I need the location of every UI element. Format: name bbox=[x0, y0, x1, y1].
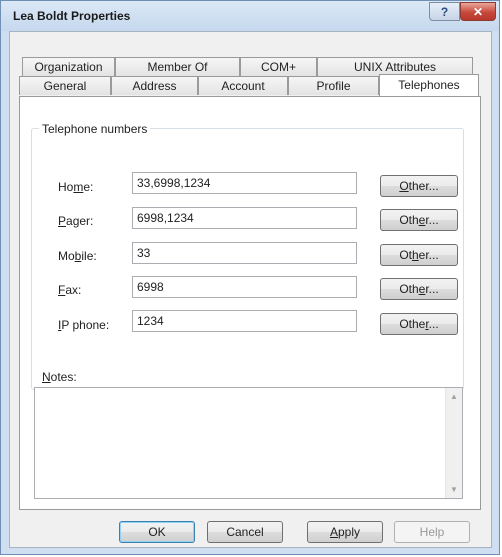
tab-general[interactable]: General bbox=[19, 76, 111, 95]
tab-com-plus[interactable]: COM+ bbox=[240, 57, 317, 76]
close-icon: ✕ bbox=[472, 4, 484, 19]
apply-button[interactable]: Apply bbox=[307, 521, 383, 543]
tab-member-of[interactable]: Member Of bbox=[115, 57, 240, 76]
home-phone-input[interactable]: 33,6998,1234 bbox=[132, 172, 357, 194]
mobile-label: Mobile: bbox=[58, 249, 97, 263]
dialog-client: Organization Member Of COM+ UNIX Attribu… bbox=[9, 31, 492, 548]
question-icon: ? bbox=[440, 4, 449, 19]
home-label: Home: bbox=[58, 180, 94, 194]
fax-label: Fax: bbox=[58, 283, 82, 297]
ip-phone-label: IP phone: bbox=[58, 318, 110, 332]
telephones-panel: Telephone numbers Home: 33,6998,1234 Oth… bbox=[19, 96, 481, 510]
cancel-button[interactable]: Cancel bbox=[207, 521, 283, 543]
scroll-up-arrow-icon[interactable]: ▲ bbox=[446, 392, 462, 401]
notes-scrollbar[interactable]: ▲ ▼ bbox=[445, 388, 462, 498]
pager-other-button[interactable]: Other... bbox=[380, 209, 458, 231]
tab-telephones[interactable]: Telephones bbox=[379, 74, 479, 96]
help-button[interactable]: Help bbox=[394, 521, 470, 543]
help-title-button[interactable]: ? bbox=[429, 2, 460, 21]
mobile-input[interactable]: 33 bbox=[132, 242, 357, 264]
properties-dialog: Lea Boldt Properties ? ✕ Organization Me… bbox=[0, 0, 500, 555]
notes-label: Notes: bbox=[42, 370, 77, 384]
title-bar[interactable]: Lea Boldt Properties ? ✕ bbox=[1, 1, 499, 31]
pager-input[interactable]: 6998,1234 bbox=[132, 207, 357, 229]
close-button[interactable]: ✕ bbox=[460, 2, 496, 21]
window-title: Lea Boldt Properties bbox=[13, 9, 131, 23]
notes-textarea[interactable]: ▲ ▼ bbox=[34, 387, 463, 499]
fax-input[interactable]: 6998 bbox=[132, 276, 357, 298]
tab-address[interactable]: Address bbox=[111, 76, 198, 95]
telephone-numbers-group-label: Telephone numbers bbox=[39, 122, 151, 136]
ok-button[interactable]: OK bbox=[119, 521, 195, 543]
tab-profile[interactable]: Profile bbox=[288, 76, 379, 95]
mobile-other-button[interactable]: Other... bbox=[380, 244, 458, 266]
pager-label: Pager: bbox=[58, 214, 94, 228]
scroll-down-arrow-icon[interactable]: ▼ bbox=[446, 485, 462, 494]
fax-other-button[interactable]: Other... bbox=[380, 278, 458, 300]
ip-phone-input[interactable]: 1234 bbox=[132, 310, 357, 332]
ip-phone-other-button[interactable]: Other... bbox=[380, 313, 458, 335]
tab-organization[interactable]: Organization bbox=[22, 57, 115, 76]
tab-account[interactable]: Account bbox=[198, 76, 288, 95]
home-other-button[interactable]: Other... bbox=[380, 175, 458, 197]
